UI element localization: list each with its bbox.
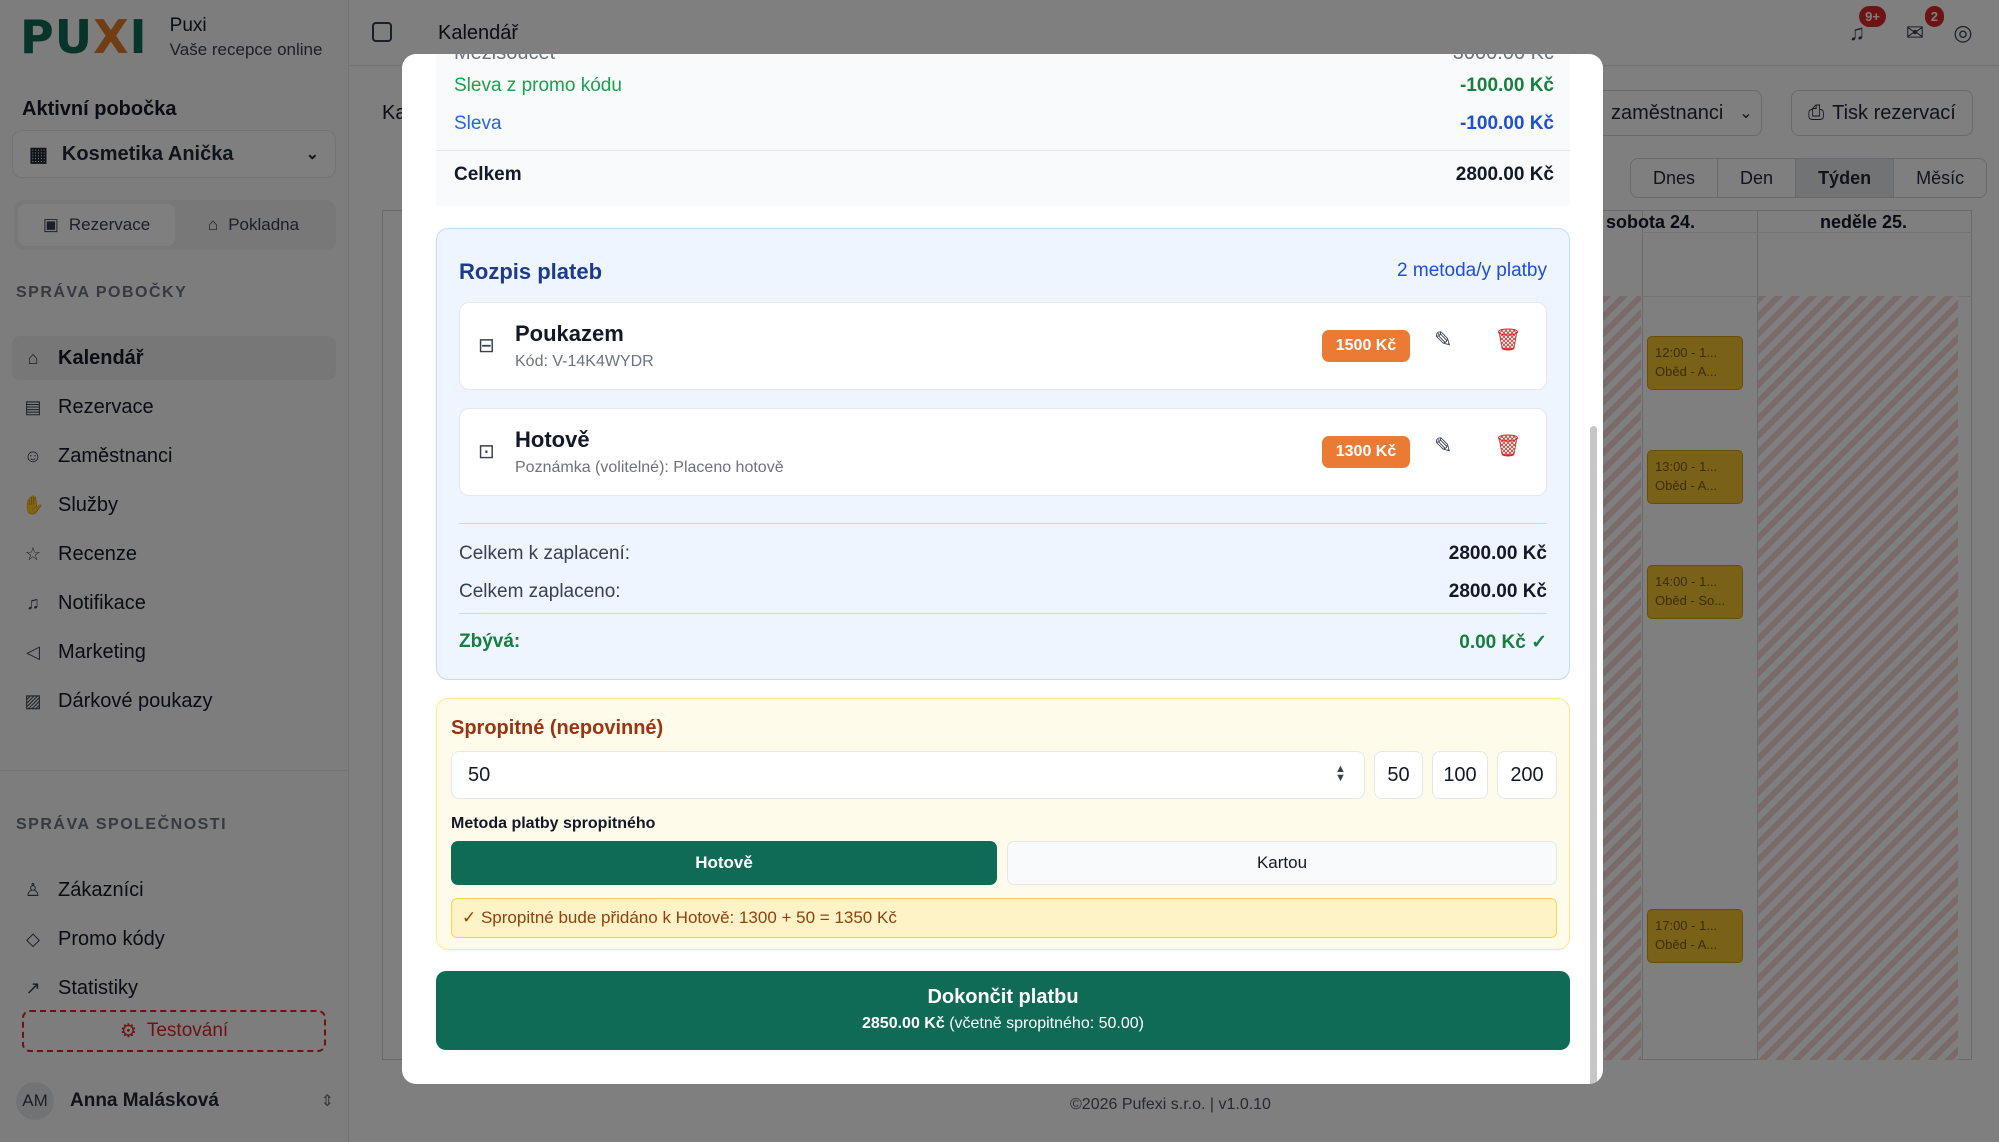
payment-amount-badge: 1500 Kč [1322,330,1410,362]
payment-note: Poznámka (volitelné): Placeno hotově [515,459,784,476]
discount-row: Sleva -100.00 Kč [454,113,1554,135]
paid-row: Celkem zaplaceno: 2800.00 Kč [459,581,1547,603]
finish-amount: 2850.00 Kč [862,1015,945,1032]
tip-info-note: ✓ Spropitné bude přidáno k Hotově: 1300 … [451,898,1557,938]
to-pay-row: Celkem k zaplacení: 2800.00 Kč [459,543,1547,565]
pencil-icon[interactable]: ✎ [1434,327,1452,353]
cash-icon: ⊡ [478,441,495,463]
payment-divider [459,523,1547,524]
finish-detail: 2850.00 Kč (včetně spropitného: 50.00) [436,1015,1570,1033]
to-pay-label: Celkem k zaplacení: [459,543,631,564]
subtotal-value: 3000.00 Kč [1453,54,1554,65]
summary-divider [436,150,1570,151]
discount-label: Sleva [454,113,502,134]
remaining-label: Zbývá: [459,631,521,652]
pencil-icon[interactable]: ✎ [1434,433,1452,459]
promo-label: Sleva z promo kódu [454,75,622,96]
price-summary: Mezisoučet 3000.00 Kč Sleva z promo kódu… [436,54,1570,206]
remaining-value: 0.00 Kč ✓ [1459,632,1547,653]
tip-method-card-button[interactable]: Kartou [1007,841,1557,885]
paid-value: 2800.00 Kč [1448,581,1547,602]
tip-quick-50[interactable]: 50 [1374,751,1423,799]
remaining-row: Zbývá: 0.00 Kč ✓ [459,631,1547,654]
payment-name: Poukazem [515,321,624,346]
trash-icon[interactable]: 🗑 [1494,327,1522,353]
finish-label: Dokončit platbu [927,986,1079,1008]
payment-name: Hotově [515,427,590,452]
total-value: 2800.00 Kč [1455,164,1554,185]
total-row: Celkem 2800.00 Kč [454,164,1554,186]
tip-section: Spropitné (nepovinné) 50 ▲ ▼ 50 100 200 M… [436,698,1570,950]
payment-item: ⊡ Hotově Poznámka (volitelné): Placeno h… [459,408,1547,496]
ticket-icon: ⊟ [478,335,495,357]
tip-quick-100[interactable]: 100 [1432,751,1488,799]
payment-method-count: 2 metoda/y platby [1397,260,1547,281]
trash-icon[interactable]: 🗑 [1494,433,1522,459]
promo-value: -100.00 Kč [1459,75,1554,96]
finish-tip-detail: (včetně spropitného: 50.00) [949,1015,1144,1032]
subtotal-label: Mezisoučet [454,54,555,65]
paid-label: Celkem zaplaceno: [459,581,621,602]
to-pay-value: 2800.00 Kč [1448,543,1547,564]
tip-title: Spropitné (nepovinné) [451,717,664,739]
payment-breakdown-title: Rozpis plateb [459,259,603,284]
finish-payment-button[interactable]: Dokončit platbu 2850.00 Kč (včetně sprop… [436,971,1570,1050]
tip-method-cash-button[interactable]: Hotově [451,841,997,885]
modal-scrollbar[interactable] [1590,426,1597,1084]
stepper-icon[interactable]: ▲ ▼ [1335,764,1346,784]
payment-note: Kód: V-14K4WYDR [515,353,654,370]
tip-quick-200[interactable]: 200 [1497,751,1557,799]
payment-item: ⊟ Poukazem Kód: V-14K4WYDR 1500 Kč ✎ 🗑 [459,302,1547,390]
payment-amount-badge: 1300 Kč [1322,436,1410,468]
tip-amount-input[interactable]: 50 [451,751,1365,799]
payment-modal: Mezisoučet 3000.00 Kč Sleva z promo kódu… [402,54,1603,1084]
tip-method-label: Metoda platby spropitného [451,815,656,832]
payment-divider [459,613,1547,614]
payment-breakdown: Rozpis plateb 2 metoda/y platby ⊟ Poukaz… [436,228,1570,680]
discount-value: -100.00 Kč [1459,113,1554,134]
total-label: Celkem [454,164,522,185]
promo-row: Sleva z promo kódu -100.00 Kč [454,75,1554,97]
